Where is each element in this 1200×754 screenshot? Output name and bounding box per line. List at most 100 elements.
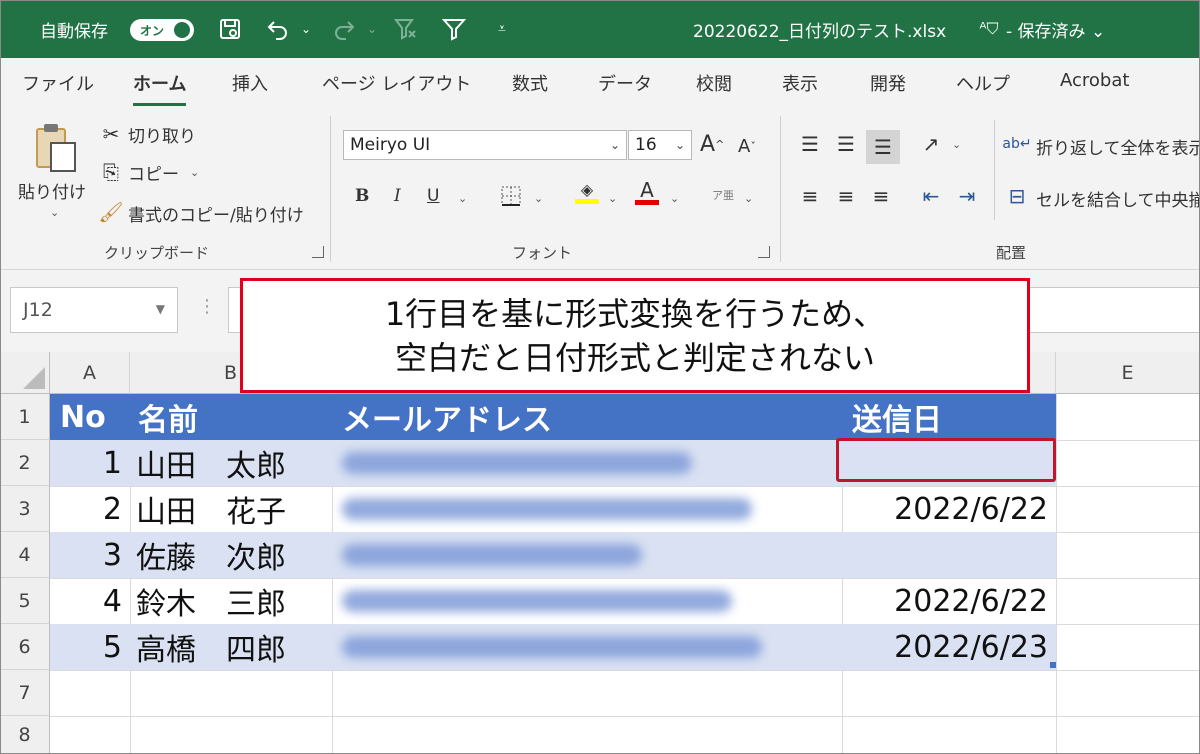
align-top-icon[interactable]: ☰ xyxy=(797,130,823,158)
fill-color-icon[interactable]: ◈ xyxy=(574,178,600,206)
phonetic-dropdown-icon[interactable]: ⌄ xyxy=(744,192,753,205)
tab-page-layout[interactable]: ページ レイアウト xyxy=(322,70,471,100)
tab-view[interactable]: 表示 xyxy=(782,70,818,100)
column-header-e[interactable]: E xyxy=(1056,352,1200,394)
fill-color-dropdown-icon[interactable]: ⌄ xyxy=(608,192,617,205)
cell-no[interactable]: 4 xyxy=(50,578,122,624)
cell-name[interactable]: 鈴木 三郎 xyxy=(136,578,286,624)
cell-date[interactable]: 2022/6/22 xyxy=(842,578,1048,624)
increase-indent-icon[interactable]: ⇥ xyxy=(954,182,980,210)
format-painter-button[interactable]: 書式のコピー/貼り付け xyxy=(128,201,304,226)
merge-center-button[interactable]: セルを結合して中央揃え xyxy=(1036,186,1200,211)
blurred-email[interactable] xyxy=(342,544,642,566)
undo-icon[interactable] xyxy=(264,15,292,43)
clear-filter-icon[interactable] xyxy=(392,15,420,43)
tab-developer[interactable]: 開発 xyxy=(870,70,906,100)
autosave-toggle[interactable]: オン xyxy=(130,19,194,41)
scissors-icon[interactable]: ✂ xyxy=(98,120,124,148)
cell-name[interactable]: 高橋 四郎 xyxy=(136,624,286,670)
bold-button[interactable]: B xyxy=(355,186,369,206)
tab-file[interactable]: ファイル xyxy=(22,70,94,100)
cell-name[interactable]: 佐藤 次郎 xyxy=(136,532,286,578)
cell-no[interactable]: 3 xyxy=(50,532,122,578)
cell-name[interactable]: 山田 太郎 xyxy=(136,440,286,486)
tab-review[interactable]: 校閲 xyxy=(696,70,732,100)
row-header-8[interactable]: 8 xyxy=(0,716,50,754)
paste-button-label[interactable]: 貼り付け xyxy=(18,178,86,203)
header-name[interactable]: 名前 xyxy=(138,394,198,440)
tab-insert[interactable]: 挿入 xyxy=(232,70,268,100)
header-no[interactable]: No xyxy=(60,394,106,440)
cell-no[interactable]: 5 xyxy=(50,624,122,670)
align-left-icon[interactable]: ≡ xyxy=(797,182,823,210)
cell-no[interactable]: 1 xyxy=(50,440,122,486)
tab-formulas[interactable]: 数式 xyxy=(512,70,548,100)
row-header-1[interactable]: 1 xyxy=(0,394,50,440)
copy-button[interactable]: コピー xyxy=(128,160,179,185)
borders-dropdown-icon[interactable]: ⌄ xyxy=(534,192,543,205)
align-center-icon[interactable]: ≡ xyxy=(833,182,859,210)
select-all-button[interactable] xyxy=(0,352,50,394)
align-bottom-icon[interactable]: ☰ xyxy=(866,130,900,164)
row-header-3[interactable]: 3 xyxy=(0,486,50,532)
blurred-email[interactable] xyxy=(342,636,762,658)
cell-date[interactable]: 2022/6/22 xyxy=(842,486,1048,532)
font-size-combo[interactable]: 16 ⌄ xyxy=(628,130,692,160)
underline-button[interactable]: U xyxy=(427,186,439,206)
tab-home[interactable]: ホーム xyxy=(133,70,187,106)
format-painter-icon[interactable]: 🖌 xyxy=(98,198,124,226)
blurred-email[interactable] xyxy=(342,498,752,520)
wrap-text-icon[interactable]: ab↵ xyxy=(1002,130,1031,158)
paste-icon[interactable] xyxy=(32,122,76,174)
cell-no[interactable]: 2 xyxy=(50,486,122,532)
blurred-email[interactable] xyxy=(342,590,732,612)
cell-date[interactable]: 2022/6/23 xyxy=(842,624,1048,670)
cell-name[interactable]: 山田 花子 xyxy=(136,486,286,532)
blurred-email[interactable] xyxy=(342,452,692,474)
copy-icon[interactable]: ⎘ xyxy=(98,158,124,186)
align-middle-icon[interactable]: ☰ xyxy=(833,130,859,158)
name-box[interactable]: J12 ▼ xyxy=(10,287,178,333)
underline-dropdown-icon[interactable]: ⌄ xyxy=(458,192,467,205)
shrink-font-button[interactable]: Aˇ xyxy=(738,136,756,157)
italic-button[interactable]: I xyxy=(394,186,401,206)
redo-dropdown-icon[interactable]: ⌄ xyxy=(358,15,386,43)
font-name-combo[interactable]: Meiryo UI ⌄ xyxy=(343,130,627,160)
cell-date[interactable] xyxy=(842,532,1048,578)
decrease-indent-icon[interactable]: ⇤ xyxy=(918,182,944,210)
row-header-4[interactable]: 4 xyxy=(0,532,50,578)
wrap-text-button[interactable]: 折り返して全体を表示 xyxy=(1036,134,1200,159)
share-person-icon[interactable]: ᴬ⛉ xyxy=(975,15,1003,43)
row-header-2[interactable]: 2 xyxy=(0,440,50,486)
save-status[interactable]: - 保存済み ⌄ xyxy=(1006,0,1105,58)
copy-dropdown-icon[interactable]: ⌄ xyxy=(190,166,199,179)
borders-icon[interactable] xyxy=(498,182,524,210)
header-date[interactable]: 送信日 xyxy=(852,394,942,440)
phonetic-button[interactable]: ア亜 xyxy=(712,190,734,201)
paste-dropdown-icon[interactable]: ⌄ xyxy=(50,206,59,219)
customize-qat-icon[interactable]: ⩡ xyxy=(488,15,516,43)
row-header-5[interactable]: 5 xyxy=(0,578,50,624)
cut-button[interactable]: 切り取り xyxy=(128,122,196,147)
column-header-a[interactable]: A xyxy=(50,352,130,394)
filter-icon[interactable] xyxy=(440,15,468,43)
merge-center-icon[interactable]: ⊟ xyxy=(1004,182,1030,210)
tab-data[interactable]: データ xyxy=(598,70,652,100)
tab-help[interactable]: ヘルプ xyxy=(956,70,1010,100)
row-header-7[interactable]: 7 xyxy=(0,670,50,716)
save-icon[interactable] xyxy=(216,15,244,43)
header-email[interactable]: メールアドレス xyxy=(342,394,552,440)
grow-font-button[interactable]: A ^ xyxy=(700,132,724,157)
orientation-dropdown-icon[interactable]: ⌄ xyxy=(952,138,961,151)
align-right-icon[interactable]: ≡ xyxy=(868,182,894,210)
font-launcher-icon[interactable] xyxy=(758,246,770,258)
row-header-6[interactable]: 6 xyxy=(0,624,50,670)
font-color-icon[interactable]: A xyxy=(634,178,660,206)
font-color-dropdown-icon[interactable]: ⌄ xyxy=(670,192,679,205)
undo-dropdown-icon[interactable]: ⌄ xyxy=(292,15,320,43)
clipboard-launcher-icon[interactable] xyxy=(312,246,324,258)
redo-icon[interactable] xyxy=(330,15,358,43)
tab-acrobat[interactable]: Acrobat xyxy=(1060,70,1129,100)
table-resize-handle[interactable] xyxy=(1050,662,1056,668)
orientation-icon[interactable]: ↗ xyxy=(918,130,944,158)
